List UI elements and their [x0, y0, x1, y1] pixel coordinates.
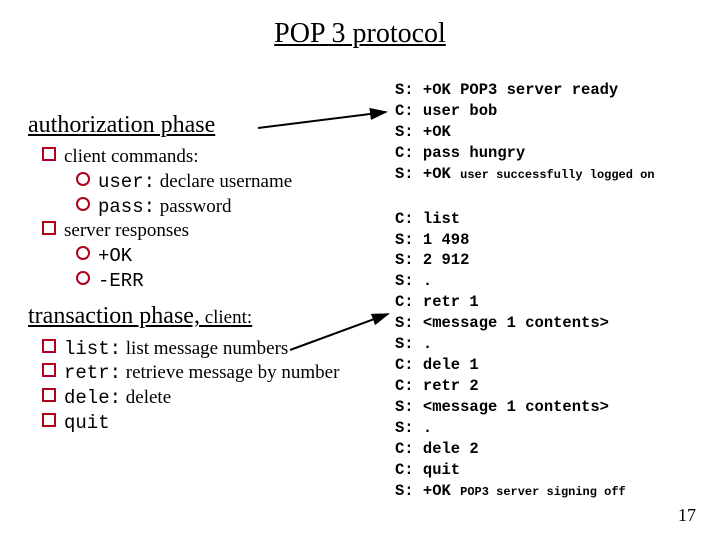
square-bullet-icon — [42, 147, 56, 161]
circle-bullet-icon — [76, 172, 90, 186]
pass-desc: password — [155, 196, 232, 217]
arrow-transaction-icon — [290, 310, 410, 360]
quit-cmd: quit — [64, 412, 110, 434]
transcript-line: C: dele 2 — [395, 439, 715, 460]
circle-bullet-icon — [76, 197, 90, 211]
auth-transcript-block: S: +OK POP3 server readyC: user bobS: +O… — [395, 80, 715, 164]
transaction-transcript-last: S: +OK POP3 server signing off — [395, 481, 715, 502]
retr-desc: retrieve message by number — [121, 362, 339, 383]
transaction-phase-text: transaction phase, — [28, 303, 200, 329]
list-cmd: list: — [64, 338, 121, 360]
client-commands-line: client commands: — [42, 145, 378, 170]
circle-bullet-icon — [76, 246, 90, 260]
user-desc: declare username — [155, 171, 292, 192]
dele-cmd: dele: — [64, 387, 121, 409]
err-text: -ERR — [98, 270, 144, 292]
transcript-line: S: . — [395, 271, 715, 292]
retr-cmd: retr: — [64, 362, 121, 384]
transcript-line: S: +OK POP3 server ready — [395, 80, 715, 101]
user-cmd: user: — [98, 171, 155, 193]
transcript-line: C: list — [395, 209, 715, 230]
quit-cmd-line: quit — [42, 411, 378, 436]
auth-transcript-last: S: +OK user successfully logged on — [395, 164, 715, 185]
list-desc: list message numbers — [121, 338, 288, 359]
square-bullet-icon — [42, 413, 56, 427]
transcript-line: S: +OK — [395, 122, 715, 143]
transcript-line: C: user bob — [395, 101, 715, 122]
transcript-line: C: retr 1 — [395, 292, 715, 313]
square-bullet-icon — [42, 221, 56, 235]
square-bullet-icon — [42, 363, 56, 377]
transcript-line: C: quit — [395, 460, 715, 481]
square-bullet-icon — [42, 339, 56, 353]
pass-cmd-line: pass: password — [76, 195, 378, 220]
transaction-phase-tail: client: — [200, 307, 252, 328]
transcript-line: S: 2 912 — [395, 250, 715, 271]
pass-cmd: pass: — [98, 196, 155, 218]
dele-desc: delete — [121, 387, 171, 408]
trans-last-prefix: S: +OK — [395, 482, 460, 500]
arrow-auth-icon — [258, 108, 398, 148]
client-commands-label: client commands: — [64, 146, 199, 167]
transcript-line: S: . — [395, 334, 715, 355]
circle-bullet-icon — [76, 271, 90, 285]
transaction-transcript-block: C: listS: 1 498S: 2 912S: .C: retr 1S: <… — [395, 209, 715, 481]
transcript-line: C: retr 2 — [395, 376, 715, 397]
retr-cmd-line: retr: retrieve message by number — [42, 361, 378, 386]
ok-text: +OK — [98, 245, 132, 267]
transcript-line: C: dele 1 — [395, 355, 715, 376]
server-responses-line: server responses — [42, 219, 378, 244]
auth-last-prefix: S: +OK — [395, 165, 460, 183]
user-cmd-line: user: declare username — [76, 170, 378, 195]
trans-last-small: POP3 server signing off — [460, 485, 626, 499]
ok-line: +OK — [76, 244, 378, 269]
slide-title: POP 3 protocol — [0, 18, 720, 50]
auth-last-small: user successfully logged on — [460, 168, 654, 182]
left-column: authorization phase client commands: use… — [28, 110, 378, 435]
transcript-line: S: <message 1 contents> — [395, 313, 715, 334]
transcript-line: S: . — [395, 418, 715, 439]
slide-title-text: POP 3 protocol — [274, 18, 446, 49]
square-bullet-icon — [42, 388, 56, 402]
transcript-line: S: <message 1 contents> — [395, 397, 715, 418]
server-responses-label: server responses — [64, 220, 189, 241]
transcript-line: S: 1 498 — [395, 230, 715, 251]
page-number: 17 — [678, 505, 696, 526]
right-column: S: +OK POP3 server readyC: user bobS: +O… — [395, 80, 715, 502]
err-line: -ERR — [76, 269, 378, 294]
transcript-line: C: pass hungry — [395, 143, 715, 164]
dele-cmd-line: dele: delete — [42, 386, 378, 411]
